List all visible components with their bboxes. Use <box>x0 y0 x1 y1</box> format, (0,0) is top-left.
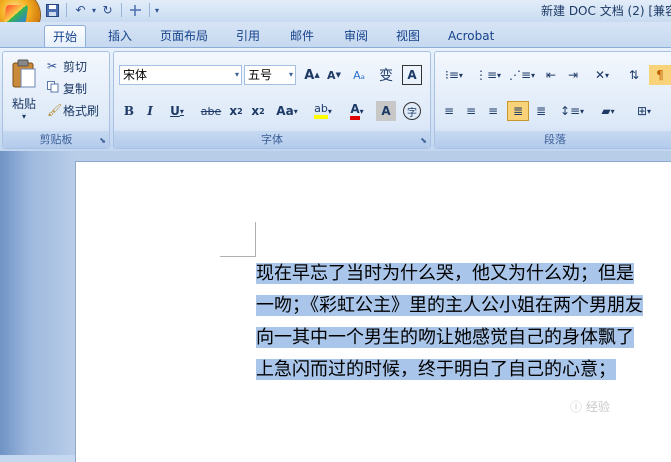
document-text[interactable]: 现在早忘了当时为什么哭，他又为什么劝；但是 一吻；《彩虹公主》里的主人公小姐在两… <box>256 258 671 386</box>
tab-page-layout[interactable]: 页面布局 <box>152 25 216 47</box>
customize-toolbar-icon[interactable]: ▾ <box>155 6 159 15</box>
cut-label: 剪切 <box>63 59 88 74</box>
chevron-down-icon[interactable]: ▾ <box>235 66 239 84</box>
format-painter-label: 格式刷 <box>63 103 100 118</box>
tab-view[interactable]: 视图 <box>388 25 428 47</box>
borders-icon[interactable]: ⊞ ▾ <box>629 101 659 121</box>
align-right-icon[interactable]: ≡ <box>483 101 503 121</box>
paragraph-group: ⁝≡ ▾ ⋮≡ ▾ ⋰≡ ▾ ⇤ ⇥ ✕ ▾ ⇅ ¶ ≡ ≡ ≡ ≣ ≣ ↕≡ ▾ ▰ ▾ … <box>434 51 671 149</box>
paste-label: 粘贴 <box>11 97 36 111</box>
strikethrough-icon[interactable]: abe <box>198 101 224 121</box>
selected-text[interactable]: 一吻；《彩虹公主》里的主人公小姐在两个男朋友 <box>256 295 643 316</box>
dialog-launcher-icon[interactable]: ⬊ <box>99 136 106 145</box>
font-color-icon[interactable]: A ▾ <box>342 101 372 121</box>
text-line[interactable]: 向一其中一个男生的吻让她感觉自己的身体飘了 <box>256 322 671 354</box>
watermark: ⓘ 经验 <box>570 400 610 414</box>
margin-crop-mark <box>255 222 256 256</box>
format-painter-button[interactable]: 🖌 格式刷 <box>47 100 99 120</box>
distributed-icon[interactable]: ≣ <box>531 101 551 121</box>
ribbon-tabs: 开始 插入 页面布局 引用 邮件 审阅 视图 Acrobat <box>0 22 671 49</box>
character-shading-icon[interactable]: A <box>376 101 396 121</box>
character-border-icon[interactable]: A <box>402 65 422 85</box>
paste-button[interactable]: 粘贴 ▾ <box>6 54 42 126</box>
toolbar-separator <box>149 3 151 17</box>
font-size-value: 五号 <box>248 68 273 82</box>
quick-access-toolbar: ↶ ▾ ↻ ▾ <box>44 1 159 19</box>
align-center-icon[interactable]: ≡ <box>461 101 481 121</box>
align-left-icon[interactable]: ≡ <box>439 101 459 121</box>
scissors-icon: ✂ <box>47 59 58 73</box>
font-size-combobox[interactable]: 五号 ▾ <box>244 65 296 85</box>
text-line[interactable]: 上急闪而过的时候，终于明白了自己的心意； <box>256 354 671 386</box>
multilevel-list-icon[interactable]: ⋰≡ ▾ <box>507 65 537 85</box>
underline-icon[interactable]: U ▾ <box>164 101 190 121</box>
brush-icon: 🖌 <box>47 103 63 117</box>
superscript-icon[interactable]: x2 <box>248 101 268 121</box>
undo-dropdown-icon[interactable]: ▾ <box>92 6 96 15</box>
copy-button[interactable]: 复制 <box>47 78 87 98</box>
margin-crop-mark <box>220 256 256 257</box>
tab-insert[interactable]: 插入 <box>100 25 140 47</box>
title-bar: ↶ ▾ ↻ ▾ 新建 DOC 文档 (2) [兼容 <box>0 0 671 38</box>
shrink-font-icon[interactable]: A ▼ <box>324 65 344 85</box>
chevron-down-icon: ▾ <box>21 112 26 121</box>
tab-mailings[interactable]: 邮件 <box>282 25 322 47</box>
paragraph-group-label: 段落 <box>435 131 671 148</box>
ribbon: 粘贴 ▾ ✂ 剪切 复制 🖌 格式刷 剪贴板 ⬊ 宋体 ▾ 五号 ▾ A ▲ A ▼… <box>0 47 671 152</box>
decrease-indent-icon[interactable]: ⇤ <box>541 65 561 85</box>
undo-icon[interactable]: ↶ <box>72 2 89 19</box>
selected-text[interactable]: 向一其中一个男生的吻让她感觉自己的身体飘了 <box>256 327 634 348</box>
window-title: 新建 DOC 文档 (2) [兼容 <box>541 4 671 18</box>
phonetic-guide-icon[interactable]: 变 <box>374 65 398 85</box>
clear-formatting-icon[interactable]: Aₐ <box>347 65 371 85</box>
office-logo-icon <box>3 5 29 23</box>
font-name-combobox[interactable]: 宋体 ▾ <box>119 65 242 85</box>
chinese-layout-icon[interactable]: ✕ ▾ <box>587 65 617 85</box>
increase-indent-icon[interactable]: ⇥ <box>563 65 583 85</box>
paste-icon <box>12 59 36 88</box>
grow-font-icon[interactable]: A ▲ <box>302 65 322 85</box>
bold-icon[interactable]: B <box>120 101 138 121</box>
highlight-icon[interactable]: ab ▾ <box>308 101 338 121</box>
save-icon[interactable] <box>44 2 61 19</box>
enclose-characters-icon[interactable]: 字 <box>402 101 422 121</box>
tab-review[interactable]: 审阅 <box>336 25 376 47</box>
redo-icon[interactable]: ↻ <box>99 2 116 19</box>
selected-text[interactable]: 上急闪而过的时候，终于明白了自己的心意； <box>256 359 616 380</box>
text-line[interactable]: 一吻；《彩虹公主》里的主人公小姐在两个男朋友 <box>256 290 671 322</box>
line-spacing-icon[interactable]: ↕≡ ▾ <box>557 101 587 121</box>
subscript-icon[interactable]: x2 <box>226 101 246 121</box>
font-group: 宋体 ▾ 五号 ▾ A ▲ A ▼ Aₐ 变 A B I U ▾ abe x2 x2 … <box>113 51 431 149</box>
numbering-icon[interactable]: ⋮≡ ▾ <box>473 65 503 85</box>
copy-label: 复制 <box>63 81 88 96</box>
clipboard-group-label: 剪贴板 <box>3 131 109 148</box>
justify-icon[interactable]: ≣ <box>507 101 529 121</box>
show-paragraph-marks-icon[interactable]: ¶ <box>649 65 671 85</box>
tab-home[interactable]: 开始 <box>44 25 87 49</box>
dialog-launcher-icon[interactable]: ⬊ <box>420 136 427 145</box>
font-name-value: 宋体 <box>123 68 148 82</box>
toolbar-separator <box>121 3 123 17</box>
table-icon[interactable] <box>127 2 144 19</box>
copy-icon <box>47 80 63 96</box>
clipboard-group: 粘贴 ▾ ✂ 剪切 复制 🖌 格式刷 剪贴板 ⬊ <box>2 51 110 149</box>
cut-button[interactable]: ✂ 剪切 <box>47 56 87 76</box>
bullets-icon[interactable]: ⁝≡ ▾ <box>439 65 469 85</box>
sort-icon[interactable]: ⇅ <box>623 65 645 85</box>
selected-text[interactable]: 现在早忘了当时为什么哭，他又为什么劝；但是 <box>256 263 634 284</box>
change-case-icon[interactable]: Aa ▾ <box>272 101 302 121</box>
tab-acrobat[interactable]: Acrobat <box>440 25 502 47</box>
toolbar-separator <box>66 3 67 17</box>
chevron-down-icon[interactable]: ▾ <box>289 66 293 84</box>
shading-icon[interactable]: ▰ ▾ <box>593 101 623 121</box>
text-line[interactable]: 现在早忘了当时为什么哭，他又为什么劝；但是 <box>256 258 671 290</box>
tab-references[interactable]: 引用 <box>228 25 268 47</box>
font-group-label: 字体 <box>114 131 430 148</box>
italic-icon[interactable]: I <box>141 101 159 121</box>
